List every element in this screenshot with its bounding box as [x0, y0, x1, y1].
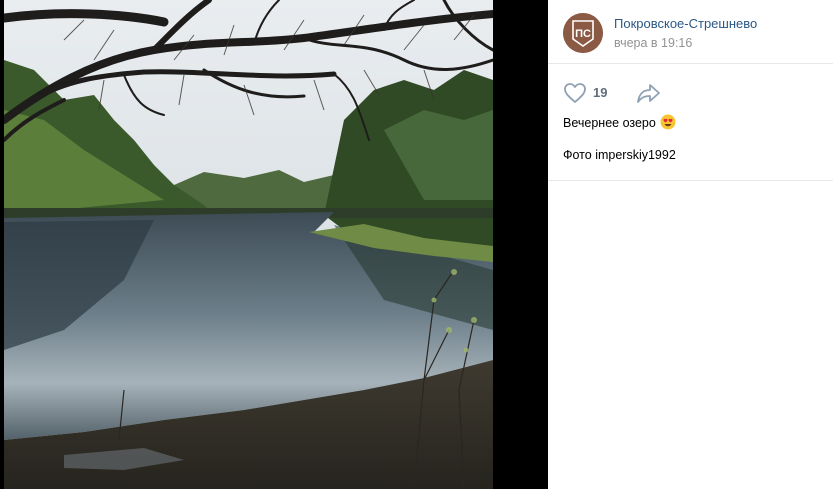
post-actions: 19 — [548, 64, 833, 116]
post-time[interactable]: вчера в 19:16 — [614, 36, 692, 50]
post-caption: Вечернее озеро — [563, 114, 676, 130]
author-name[interactable]: Покровское-Стрешнево — [614, 16, 757, 31]
caption-text: Вечернее озеро — [563, 116, 656, 130]
heart-icon — [564, 83, 586, 103]
post-viewer: ПС Покровское-Стрешнево вчера в 19:16 19… — [0, 0, 833, 489]
post-photo[interactable] — [4, 0, 493, 489]
like-button[interactable] — [563, 82, 587, 104]
lake-landscape-image — [4, 0, 493, 489]
share-arrow-icon — [637, 84, 660, 103]
divider — [548, 180, 833, 181]
post-sidebar: ПС Покровское-Стрешнево вчера в 19:16 19… — [548, 0, 833, 489]
photo-credit: Фото imperskiy1992 — [563, 148, 676, 162]
post-header: ПС Покровское-Стрешнево вчера в 19:16 — [548, 0, 833, 64]
avatar-logo-text: ПС — [575, 28, 591, 40]
share-button[interactable] — [636, 82, 662, 104]
community-logo-icon: ПС — [563, 13, 603, 53]
photo-pane — [0, 0, 548, 489]
heart-eyes-emoji-icon — [660, 114, 676, 130]
avatar[interactable]: ПС — [563, 13, 603, 53]
like-count: 19 — [593, 85, 608, 100]
